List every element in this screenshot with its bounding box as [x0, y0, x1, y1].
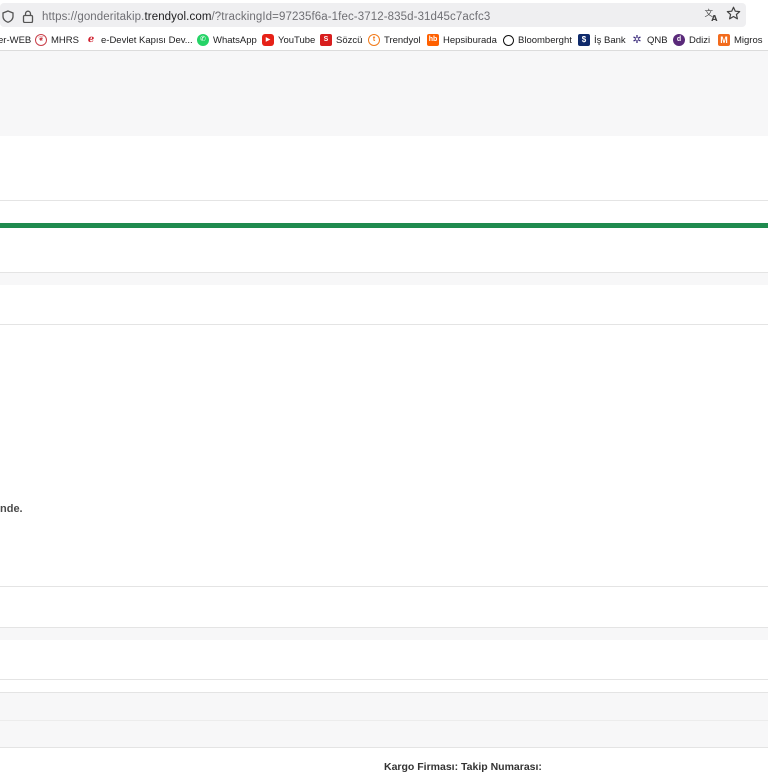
url-domain: trendyol.com: [144, 11, 212, 23]
section-gap: [0, 628, 768, 640]
bookmark-label: e-Devlet Kapısı Dev...: [101, 34, 193, 46]
bookmark-label: Migros: [734, 34, 763, 46]
isbank-icon: $: [578, 34, 590, 46]
sozcu-icon: S: [320, 34, 332, 46]
cargo-company-label: Kargo Firması: Takip Numarası:: [384, 761, 542, 773]
bookmarks-bar: er-WEB ❦ MHRS ℯ e-Devlet Kapısı Dev... ✆…: [0, 30, 768, 51]
bookmark-sozcu[interactable]: S Sözcü: [320, 33, 362, 47]
url-text[interactable]: https://gonderitakip.trendyol.com/?track…: [42, 11, 490, 23]
status-card: [0, 228, 768, 272]
edevlet-icon: ℯ: [87, 34, 95, 45]
shield-icon[interactable]: [2, 10, 14, 23]
star-icon[interactable]: [726, 6, 741, 21]
bookmark-edevlet[interactable]: ℯ e-Devlet Kapısı Dev...: [85, 33, 193, 47]
lock-icon[interactable]: [22, 10, 34, 23]
mhrs-icon: ❦: [35, 34, 47, 46]
bookmark-isbank[interactable]: $ İş Bank: [578, 33, 626, 47]
browser-toolbar: https://gonderitakip.trendyol.com/?track…: [0, 0, 768, 30]
divider: [0, 200, 768, 201]
bookmark-label: WhatsApp: [213, 34, 257, 46]
youtube-icon: ▶: [262, 34, 274, 46]
ddizi-icon: d: [673, 34, 685, 46]
info-row: [0, 693, 768, 720]
svg-text:A: A: [711, 14, 718, 22]
bookmark-label: İş Bank: [594, 34, 626, 46]
bookmark-label: Bloomberght: [518, 34, 572, 46]
status-text: nde.: [0, 503, 23, 515]
address-bar[interactable]: https://gonderitakip.trendyol.com/?track…: [0, 3, 746, 27]
bookmark-label: YouTube: [278, 34, 316, 46]
bookmark-youtube[interactable]: ▶ YouTube: [262, 33, 315, 47]
bookmark-label: MHRS: [51, 34, 79, 46]
tracking-details: nde.: [0, 325, 768, 586]
bookmark-whatsapp[interactable]: ✆ WhatsApp: [197, 33, 257, 47]
info-row: [0, 721, 768, 747]
shipment-info: Kargo Firması: Takip Numarası:: [0, 748, 768, 773]
bookmark-mhrs[interactable]: ❦ MHRS: [35, 33, 79, 47]
trendyol-icon: t: [368, 34, 380, 46]
translate-icon[interactable]: 文 A: [704, 7, 719, 22]
bookmark-qnb[interactable]: ✲ QNB: [631, 33, 668, 47]
bookmark-bloomberght[interactable]: Bloomberght: [503, 33, 572, 47]
url-path: /?trackingId=97235f6a-1fec-3712-835d-31d…: [211, 11, 491, 23]
bookmark-trendyol[interactable]: t Trendyol: [368, 33, 421, 47]
bloomberght-icon: [503, 34, 514, 46]
qnb-icon: ✲: [632, 34, 642, 46]
bookmark-label: Ddizi: [689, 34, 711, 46]
migros-icon: M: [718, 34, 730, 46]
bookmark-label: Hepsiburada: [443, 34, 497, 46]
bookmark-label: QNB: [647, 34, 668, 46]
url-prefix: https://gonderitakip.: [42, 11, 145, 23]
bookmark-label: Sözcü: [336, 34, 363, 46]
info-row: [0, 640, 768, 679]
bookmark-ddizi[interactable]: d Ddizi: [673, 33, 710, 47]
section-header: [0, 285, 768, 324]
section-gap: [0, 273, 768, 285]
whatsapp-icon: ✆: [197, 34, 209, 46]
bookmark-migros[interactable]: M Migros: [718, 33, 763, 47]
bookmark-label: er-WEB: [0, 34, 32, 46]
section-gap: [0, 680, 768, 692]
bookmark-label: Trendyol: [384, 34, 421, 46]
header-panel: [0, 136, 768, 200]
bookmark-hepsiburada[interactable]: hb Hepsiburada: [427, 33, 497, 47]
page-header: [0, 51, 768, 136]
bookmark-er-web[interactable]: er-WEB: [0, 33, 31, 47]
detail-footer: [0, 587, 768, 627]
hepsiburada-icon: hb: [427, 34, 439, 46]
